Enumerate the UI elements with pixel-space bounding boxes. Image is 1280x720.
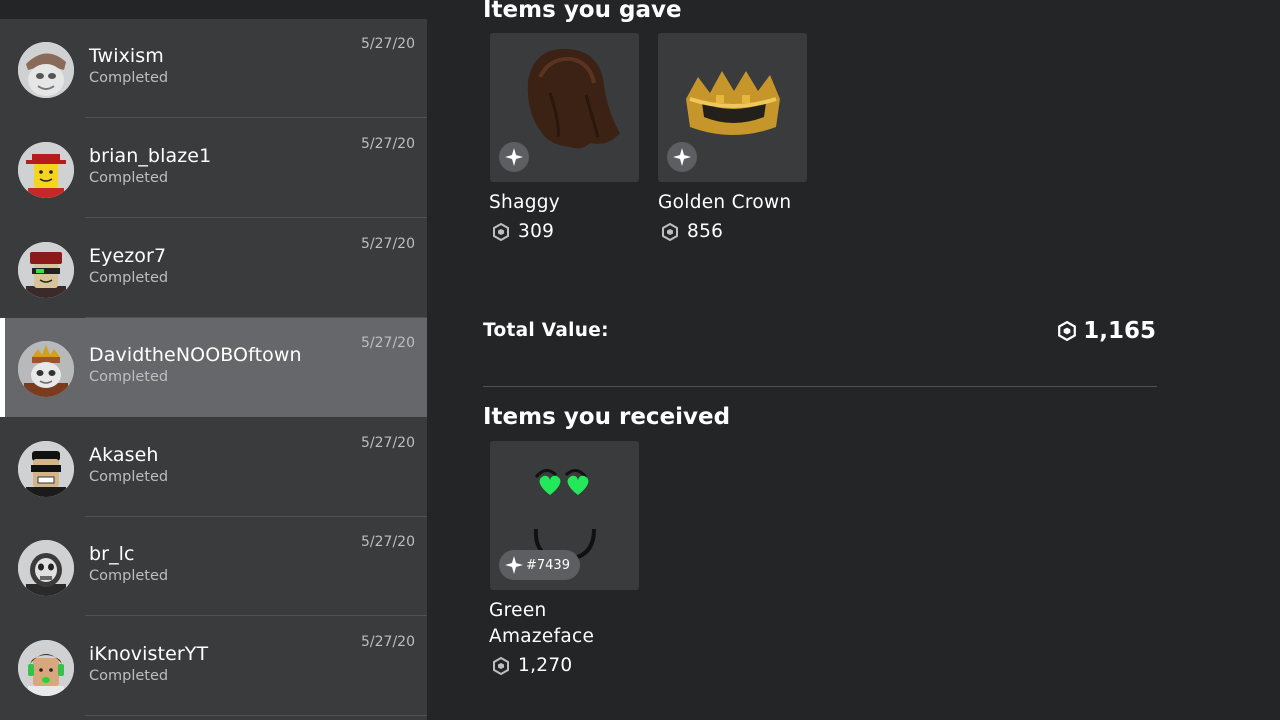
limited-badge: #7439 [499, 550, 580, 580]
items-received-title: Items you received [483, 404, 731, 430]
trade-date: 5/27/20 [361, 435, 415, 451]
trade-date: 5/27/20 [361, 634, 415, 650]
item-price-value: 1,270 [518, 655, 573, 676]
avatar [18, 441, 74, 497]
avatar [18, 42, 74, 98]
trade-status: Completed [89, 568, 169, 584]
trade-username: brian_blaze1 [89, 145, 212, 167]
trade-row-brian-blaze1[interactable]: brian_blaze1 Completed 5/27/20 [0, 119, 427, 218]
selection-indicator [0, 318, 5, 417]
trade-status: Completed [89, 170, 169, 186]
item-price-value: 309 [518, 221, 555, 242]
robux-icon [661, 222, 679, 241]
trade-date: 5/27/20 [361, 534, 415, 550]
trade-status: Completed [89, 469, 169, 485]
item-name: Shaggy [489, 192, 561, 213]
trade-list: Twixism Completed 5/27/20 brian_blaze1 C… [0, 0, 427, 720]
item-name: Golden Crown [658, 192, 792, 213]
row-divider [85, 217, 427, 218]
sidebar-top-strip [0, 0, 427, 19]
limited-badge [499, 142, 529, 172]
trade-date: 5/27/20 [361, 136, 415, 152]
trade-date: 5/27/20 [361, 36, 415, 52]
trade-status: Completed [89, 668, 169, 684]
robux-icon [492, 222, 510, 241]
trade-row-twixism[interactable]: Twixism Completed 5/27/20 [0, 19, 427, 118]
sparkle-icon [499, 550, 529, 580]
avatar [18, 142, 74, 198]
row-divider [85, 117, 427, 118]
item-card-green-amazeface[interactable]: #7439 [490, 441, 639, 590]
robux-icon [1057, 321, 1077, 341]
row-divider [85, 615, 427, 616]
trade-row-eyezor7[interactable]: Eyezor7 Completed 5/27/20 [0, 219, 427, 318]
robux-icon [492, 656, 510, 675]
item-price: 856 [661, 221, 723, 242]
trade-status: Completed [89, 270, 169, 286]
trade-username: DavidtheNOOBOftown [89, 344, 302, 366]
total-value-amount: 1,165 [1083, 318, 1156, 344]
trade-username: iKnovisterYT [89, 643, 209, 665]
trade-date: 5/27/20 [361, 236, 415, 252]
avatar [18, 540, 74, 596]
trade-username: Akaseh [89, 444, 159, 466]
limited-badge [667, 142, 697, 172]
item-name-line1: Green [489, 600, 547, 621]
trade-row-akaseh[interactable]: Akaseh Completed 5/27/20 [0, 418, 427, 517]
item-name-line2: Amazeface [489, 626, 595, 647]
trade-row-davidthenooboftown[interactable]: DavidtheNOOBOftown Completed 5/27/20 [0, 318, 427, 417]
trade-username: br_lc [89, 543, 135, 565]
total-value-label: Total Value: [483, 320, 609, 341]
trade-status: Completed [89, 70, 169, 86]
trade-username: Eyezor7 [89, 245, 167, 267]
item-name: Green Amazeface [489, 598, 594, 650]
avatar [18, 341, 74, 397]
item-price: 1,270 [492, 655, 572, 676]
trade-date: 5/27/20 [361, 335, 415, 351]
avatar [18, 242, 74, 298]
section-divider [483, 386, 1157, 387]
serial-number: #7439 [526, 557, 570, 573]
total-value: 1,165 [1057, 318, 1156, 344]
item-card-shaggy[interactable] [490, 33, 639, 182]
row-divider [85, 715, 427, 716]
item-price-value: 856 [687, 221, 724, 242]
trade-row-br-lc[interactable]: br_lc Completed 5/27/20 [0, 517, 427, 616]
trade-row-iknovisteryt[interactable]: iKnovisterYT Completed 5/27/20 [0, 617, 427, 716]
sparkle-icon [667, 142, 697, 172]
sparkle-icon [499, 142, 529, 172]
trade-status: Completed [89, 369, 169, 385]
items-gave-title: Items you gave [483, 0, 682, 23]
item-price: 309 [492, 221, 554, 242]
item-card-golden-crown[interactable] [658, 33, 807, 182]
avatar [18, 640, 74, 696]
trade-username: Twixism [89, 45, 164, 67]
